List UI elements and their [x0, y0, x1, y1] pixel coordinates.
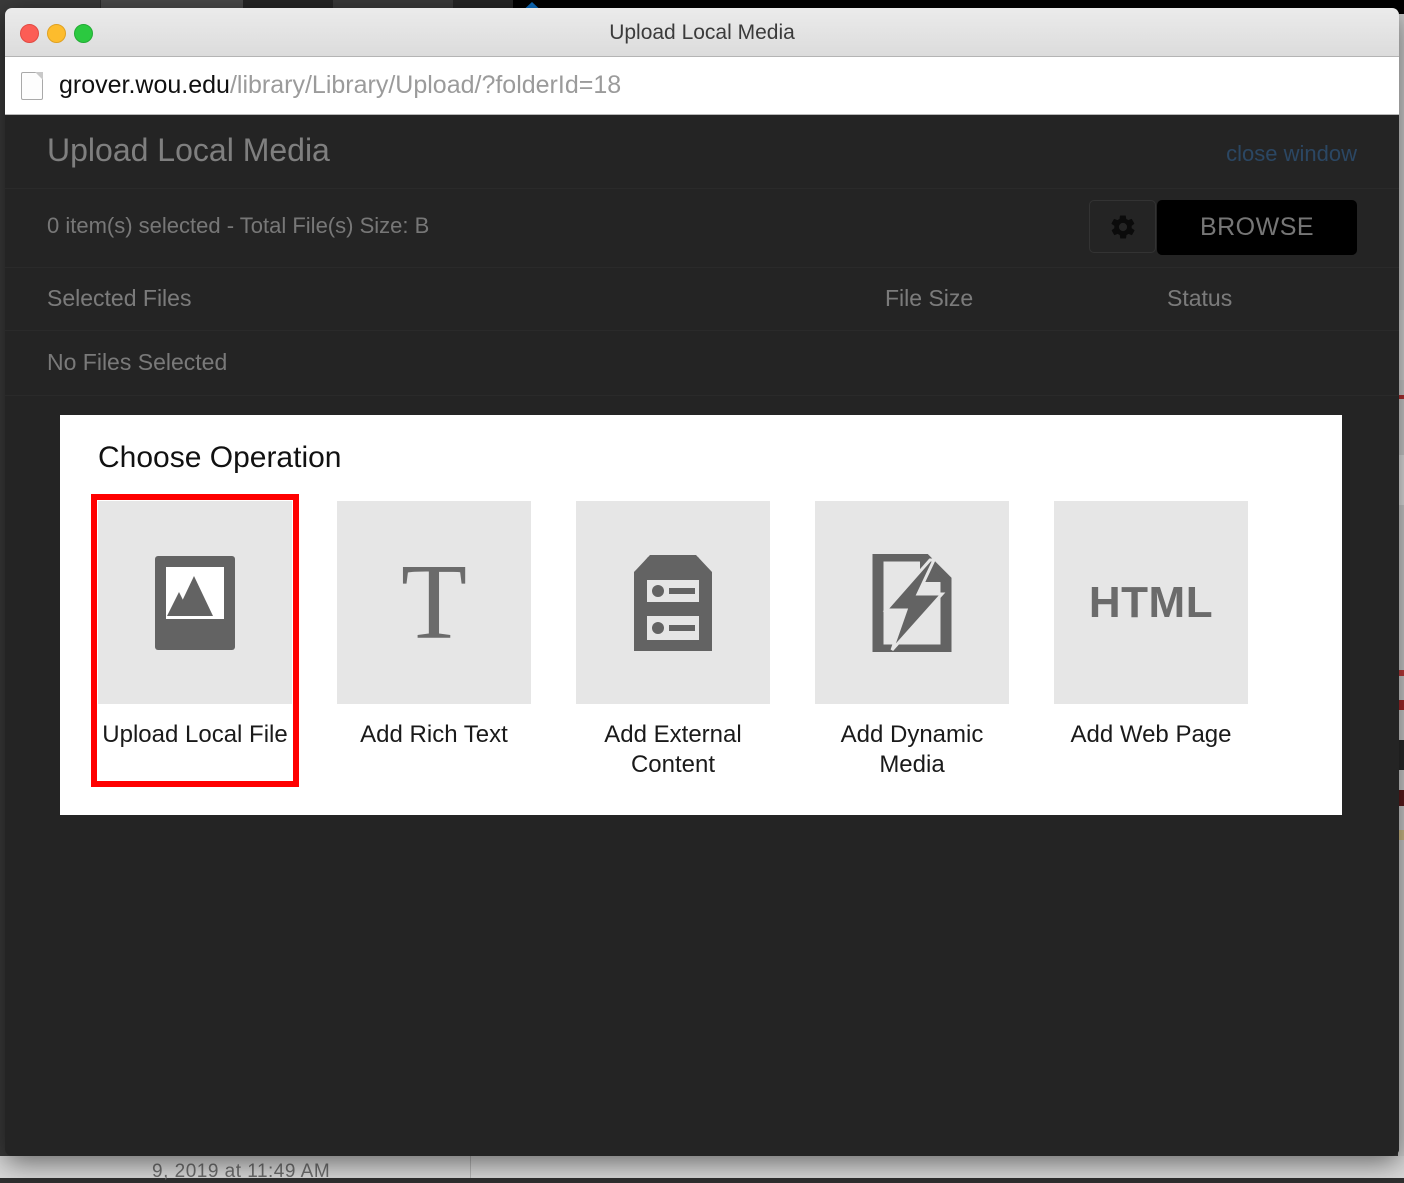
server-rack-icon — [634, 554, 712, 651]
operation-add-web-page[interactable]: HTML Add Web Page — [1050, 497, 1252, 784]
url-bar[interactable]: grover.wou.edu/library/Library/Upload/?f… — [5, 57, 1399, 115]
column-header-file-size: File Size — [885, 285, 974, 311]
operation-upload-local-file[interactable]: Upload Local File — [91, 494, 299, 787]
url-text: grover.wou.edu/library/Library/Upload/?f… — [59, 71, 621, 100]
selection-summary: 0 item(s) selected - Total File(s) Size:… — [47, 213, 430, 238]
operation-label: Add External Content — [604, 721, 742, 778]
operation-tile: HTML — [1054, 501, 1248, 704]
app-body: Upload Local Media close window 0 item(s… — [5, 115, 1399, 1156]
gear-icon — [1110, 214, 1135, 239]
upload-toolbar: 0 item(s) selected - Total File(s) Size:… — [5, 189, 1399, 268]
operation-tile — [576, 501, 770, 704]
browse-button[interactable]: BROWSE — [1157, 200, 1357, 255]
dialog-title: Choose Operation — [98, 441, 342, 474]
app-header: Upload Local Media close window — [5, 115, 1399, 189]
document-bolt-icon — [872, 553, 952, 652]
operations-list: Upload Local File T Add Rich Text Add Ex… — [60, 475, 1342, 787]
html-icon: HTML — [1088, 577, 1214, 627]
file-table-header: Selected Files File Size Status — [5, 268, 1399, 331]
upload-local-media-window: Upload Local Media grover.wou.edu/librar… — [5, 8, 1399, 1156]
operation-add-dynamic-media[interactable]: Add Dynamic Media — [811, 497, 1013, 784]
page-title: Upload Local Media — [47, 132, 330, 168]
operation-tile — [98, 501, 292, 704]
operation-add-rich-text[interactable]: T Add Rich Text — [333, 497, 535, 784]
background-timestamp-text: 9, 2019 at 11:49 AM — [152, 1161, 331, 1182]
page-icon — [21, 71, 43, 100]
column-header-status: Status — [1167, 285, 1233, 311]
operation-label: Add Dynamic Media — [840, 721, 984, 778]
operation-label: Add Web Page — [1070, 721, 1232, 748]
window-title: Upload Local Media — [609, 21, 795, 44]
choose-operation-dialog: Choose Operation Upload Local File T Add… — [60, 415, 1342, 815]
operation-add-external-content[interactable]: Add External Content — [572, 497, 774, 784]
image-icon — [155, 555, 235, 650]
table-row: No Files Selected — [5, 331, 1399, 396]
cell-file-name: No Files Selected — [47, 349, 228, 375]
close-window-link[interactable]: close window — [1226, 141, 1357, 167]
operation-tile: T — [337, 501, 531, 704]
operation-label: Add Rich Text — [360, 721, 508, 748]
url-path: /library/Library/Upload/?folderId=18 — [229, 71, 622, 99]
operation-tile — [815, 501, 1009, 704]
window-titlebar: Upload Local Media — [5, 8, 1399, 57]
column-header-selected-files: Selected Files — [47, 285, 192, 311]
background-bottom-divider — [470, 1156, 471, 1178]
background-bottom-strip: 9, 2019 at 11:49 AM — [0, 1156, 1404, 1182]
url-host: grover.wou.edu — [59, 71, 230, 99]
operation-label: Upload Local File — [102, 721, 288, 748]
settings-button[interactable] — [1089, 200, 1156, 253]
serif-t-icon: T — [401, 542, 467, 662]
